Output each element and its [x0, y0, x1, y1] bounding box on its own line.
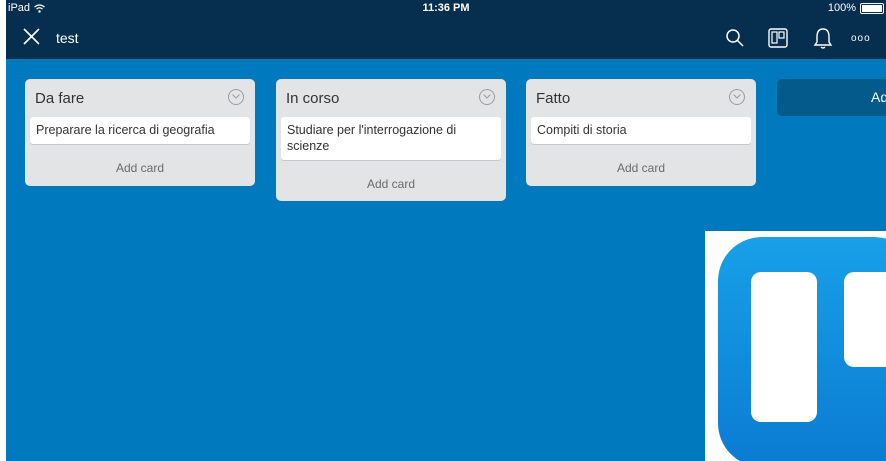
card[interactable]: Preparare la ricerca di geografia — [30, 117, 250, 144]
chevron-down-icon[interactable] — [228, 89, 244, 105]
nav-bar: test ooo — [6, 16, 886, 59]
battery-icon — [860, 2, 884, 14]
status-bar: iPad 11:36 PM 100% — [6, 0, 886, 16]
list-title: In corso — [286, 90, 340, 107]
more-icon[interactable]: ooo — [851, 33, 871, 44]
battery-percent: 100% — [827, 2, 856, 14]
chevron-down-icon[interactable] — [729, 89, 745, 105]
list-in-corso: In corso Studiare per l'interrogazione d… — [276, 79, 506, 201]
card[interactable]: Compiti di storia — [531, 117, 751, 144]
list-da-fare: Da fare Preparare la ricerca di geografi… — [25, 79, 255, 186]
card[interactable]: Studiare per l'interrogazione di scienze — [281, 117, 501, 160]
add-list-button[interactable]: Ad — [777, 79, 886, 116]
add-card-button[interactable]: Add card — [25, 161, 255, 175]
list-fatto: Fatto Compiti di storia Add card — [526, 79, 756, 186]
search-icon[interactable] — [724, 27, 746, 49]
bell-icon[interactable] — [812, 26, 834, 50]
add-list-label: Ad — [871, 89, 886, 105]
chevron-down-icon[interactable] — [479, 89, 495, 105]
board-icon[interactable] — [767, 27, 789, 49]
trello-logo — [705, 231, 886, 461]
close-icon[interactable] — [20, 25, 44, 49]
list-title: Fatto — [536, 90, 571, 107]
logo-tile — [718, 237, 886, 461]
logo-column-right — [844, 272, 886, 367]
status-time: 11:36 PM — [422, 2, 470, 14]
board-title: test — [56, 30, 79, 46]
logo-column-left — [751, 272, 817, 422]
add-card-button[interactable]: Add card — [276, 177, 506, 191]
list-title: Da fare — [35, 90, 85, 107]
add-card-button[interactable]: Add card — [526, 161, 756, 175]
